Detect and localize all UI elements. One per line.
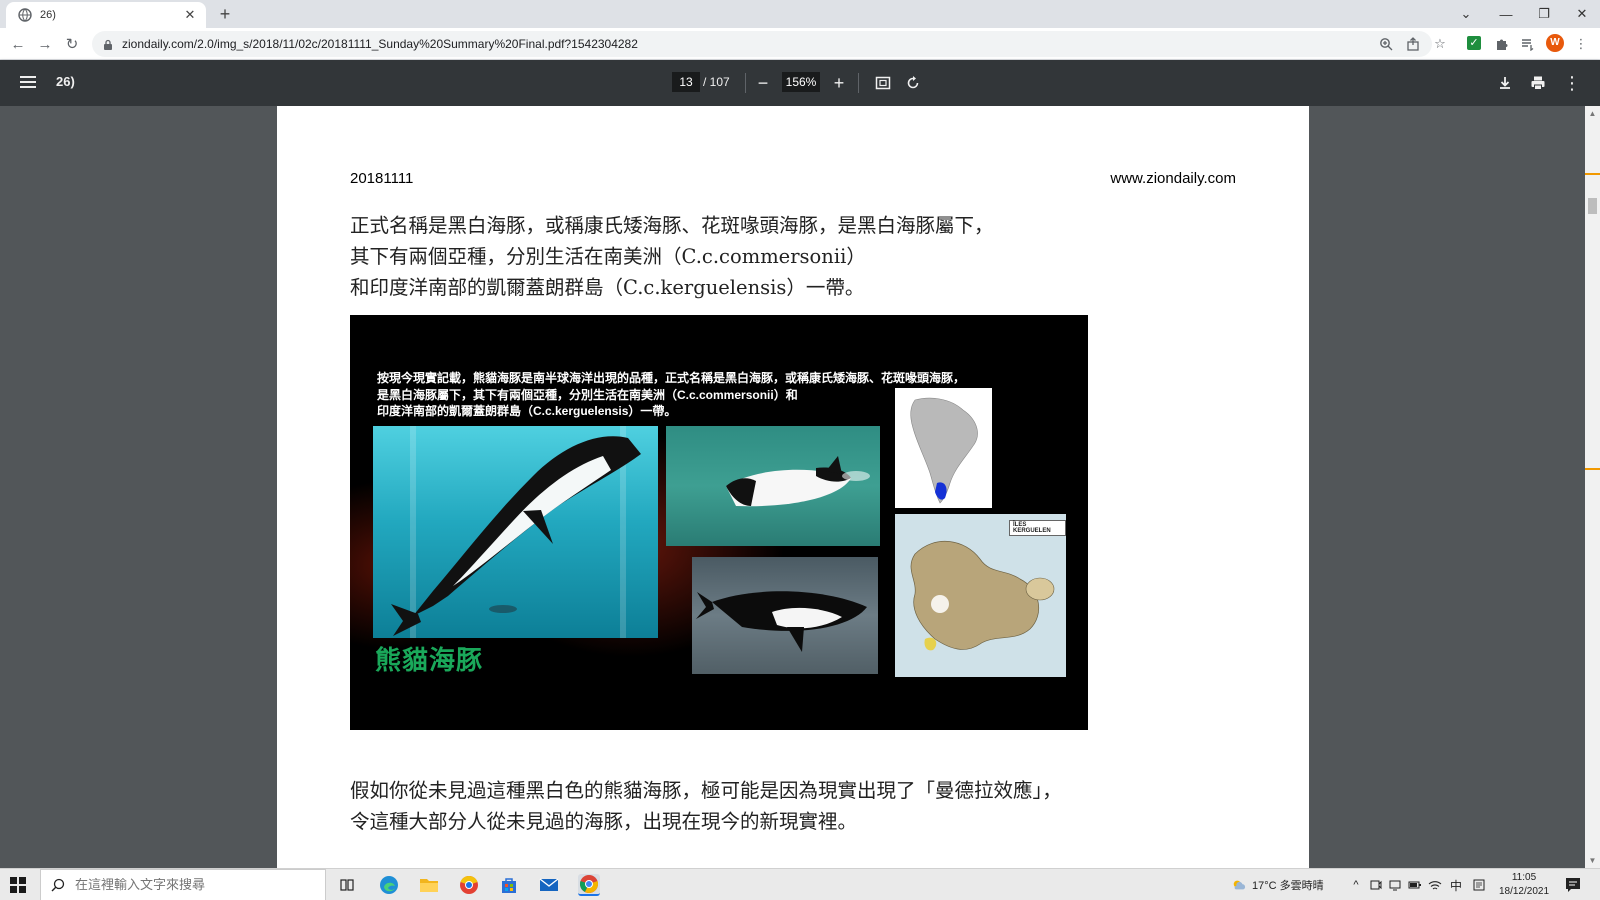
tab-search-icon[interactable]: ⌄ <box>1448 0 1484 28</box>
page-number-input[interactable] <box>672 72 700 92</box>
text-line: 假如你從未見過這種黑白色的熊貓海豚，極可能是因為現實出現了「曼德拉效應」， <box>350 779 1062 802</box>
pdf-viewer[interactable]: 20181111 www.ziondaily.com 正式名稱是黑白海豚，或稱康… <box>0 106 1600 868</box>
extensions-puzzle-icon[interactable] <box>1492 34 1512 54</box>
pdf-scrollbar[interactable]: ▲ ▼ <box>1585 106 1600 868</box>
dolphin-photo-aquarium <box>373 426 658 638</box>
text-line: 令這種大部分人從未見過的海豚，出現在現今的新現實裡。 <box>350 810 858 833</box>
toolbar-divider <box>858 73 859 93</box>
back-button[interactable]: ← <box>8 34 28 54</box>
tray-chevron-up-icon[interactable]: ^ <box>1349 878 1363 892</box>
tab-close-icon[interactable]: ✕ <box>182 7 198 23</box>
rotate-icon[interactable] <box>902 72 924 94</box>
tab-title: 26) <box>40 9 56 21</box>
page-header-site: www.ziondaily.com <box>1110 170 1236 187</box>
figure-title: 熊貓海豚 <box>375 645 484 675</box>
address-bar[interactable]: ziondaily.com/2.0/img_s/2018/11/02c/2018… <box>92 31 1432 57</box>
task-view-icon[interactable] <box>336 874 358 896</box>
caption-line: 印度洋南部的凱爾蓋朗群島（C.c.kerguelensis）一帶。 <box>377 404 677 418</box>
extension-check-icon[interactable]: ✓ <box>1467 36 1481 50</box>
text-line: 其下有兩個亞種，分別生活在南美洲（C.c.commersonii） <box>350 245 866 268</box>
minimize-button[interactable]: — <box>1488 0 1524 28</box>
bookmark-star-icon[interactable]: ☆ <box>1430 34 1450 54</box>
mail-icon[interactable] <box>538 874 560 896</box>
zoom-level-input[interactable] <box>782 72 820 92</box>
ime-indicator[interactable]: 中 <box>1450 877 1462 894</box>
weather-icon[interactable] <box>1232 878 1246 892</box>
notification-icon[interactable] <box>1564 876 1582 894</box>
dolphin-photo-leaping <box>692 557 878 674</box>
paragraph-mandela-effect: 假如你從未見過這種黑白色的熊貓海豚，極可能是因為現實出現了「曼德拉效應」， 令這… <box>350 775 1062 837</box>
page-total: / 107 <box>703 75 730 89</box>
paragraph-intro: 正式名稱是黑白海豚，或稱康氏矮海豚、花斑喙頭海豚，是黑白海豚屬下， 其下有兩個亞… <box>350 210 994 303</box>
zoom-icon[interactable] <box>1376 34 1396 54</box>
dolphin-figure: 按現今現實記載，熊貓海豚是南半球海洋出現的品種，正式名稱是黑白海豚，或稱康氏矮海… <box>350 315 1088 730</box>
browser-toolbar: ← → ↻ ziondaily.com/2.0/img_s/2018/11/02… <box>0 28 1600 60</box>
display-icon[interactable] <box>1388 878 1402 892</box>
profile-avatar[interactable]: W <box>1546 34 1564 52</box>
download-icon[interactable] <box>1494 72 1516 94</box>
taskbar-search-input[interactable] <box>75 877 305 893</box>
scroll-down-icon[interactable]: ▼ <box>1585 853 1600 868</box>
globe-icon <box>18 8 32 22</box>
weather-text[interactable]: 17°C 多雲時晴 <box>1252 877 1324 893</box>
toolbar-divider <box>745 73 746 93</box>
taskbar-search[interactable] <box>40 869 326 900</box>
browser-tab[interactable]: 26) ✕ <box>6 2 206 28</box>
dolphin-photo-surface <box>666 426 880 546</box>
caption-line: 是黑白海豚屬下，其下有兩個亞種，分別生活在南美洲（C.c.commersonii… <box>377 387 798 402</box>
pdf-more-icon[interactable]: ⋮ <box>1561 72 1583 94</box>
page-header-date: 20181111 <box>350 170 414 187</box>
lock-icon <box>102 38 114 50</box>
scroll-thumb[interactable] <box>1588 198 1597 214</box>
reading-list-icon[interactable] <box>1518 34 1538 54</box>
zoom-out-button[interactable]: − <box>752 72 774 94</box>
taskbar-clock[interactable]: 11:05 18/12/2021 <box>1496 871 1552 899</box>
caption-line: 按現今現實記載，熊貓海豚是南半球海洋出現的品種，正式名稱是黑白海豚，或稱康氏矮海… <box>377 371 966 385</box>
print-icon[interactable] <box>1527 72 1549 94</box>
chrome-menu-icon[interactable]: ⋮ <box>1571 34 1591 54</box>
search-icon <box>51 878 65 892</box>
new-tab-button[interactable]: + <box>214 4 236 26</box>
tab-strip: 26) ✕ + ⌄ — ❐ ✕ <box>0 0 1600 28</box>
pdf-document-title: 26) <box>56 74 75 89</box>
windows-taskbar: 17°C 多雲時晴 ^ 中 11:05 18/12/2021 <box>0 868 1600 900</box>
text-line: 和印度洋南部的凱爾蓋朗群島（C.c.kerguelensis）一帶。 <box>350 276 865 299</box>
clock-time: 11:05 <box>1511 872 1537 883</box>
pdf-menu-icon[interactable] <box>18 73 38 93</box>
share-icon[interactable] <box>1403 34 1423 54</box>
file-explorer-icon[interactable] <box>418 874 440 896</box>
store-icon[interactable] <box>498 874 520 896</box>
chrome-alt-icon[interactable] <box>458 874 480 896</box>
fit-to-page-icon[interactable] <box>872 72 894 94</box>
wifi-icon[interactable] <box>1428 878 1442 892</box>
map-label: ÎLES KERGUELEN <box>1009 520 1066 536</box>
windows-start-icon[interactable] <box>10 877 26 893</box>
close-window-button[interactable]: ✕ <box>1564 0 1600 28</box>
search-highlight-marker <box>1585 173 1600 175</box>
pdf-page: 20181111 www.ziondaily.com 正式名稱是黑白海豚，或稱康… <box>277 106 1309 868</box>
chrome-taskbar-icon[interactable] <box>578 874 600 896</box>
battery-icon[interactable] <box>1408 878 1422 892</box>
forward-button[interactable]: → <box>35 34 55 54</box>
pdf-toolbar: 26) / 107 − + ⋮ <box>0 60 1600 106</box>
figure-caption: 按現今現實記載，熊貓海豚是南半球海洋出現的品種，正式名稱是黑白海豚，或稱康氏矮海… <box>377 370 965 420</box>
search-highlight-marker <box>1585 468 1600 470</box>
meet-now-icon[interactable] <box>1369 878 1383 892</box>
restore-button[interactable]: ❐ <box>1526 0 1562 28</box>
reload-button[interactable]: ↻ <box>62 34 82 54</box>
edge-icon[interactable] <box>378 874 400 896</box>
south-america-map <box>895 388 992 508</box>
clock-date: 18/12/2021 <box>1498 886 1550 897</box>
scroll-up-icon[interactable]: ▲ <box>1585 106 1600 121</box>
keyboard-layout-icon[interactable] <box>1472 878 1486 892</box>
zoom-in-button[interactable]: + <box>828 72 850 94</box>
text-line: 正式名稱是黑白海豚，或稱康氏矮海豚、花斑喙頭海豚，是黑白海豚屬下， <box>350 214 994 237</box>
url-text: ziondaily.com/2.0/img_s/2018/11/02c/2018… <box>122 37 638 51</box>
kerguelen-map: ÎLES KERGUELEN <box>895 514 1066 677</box>
